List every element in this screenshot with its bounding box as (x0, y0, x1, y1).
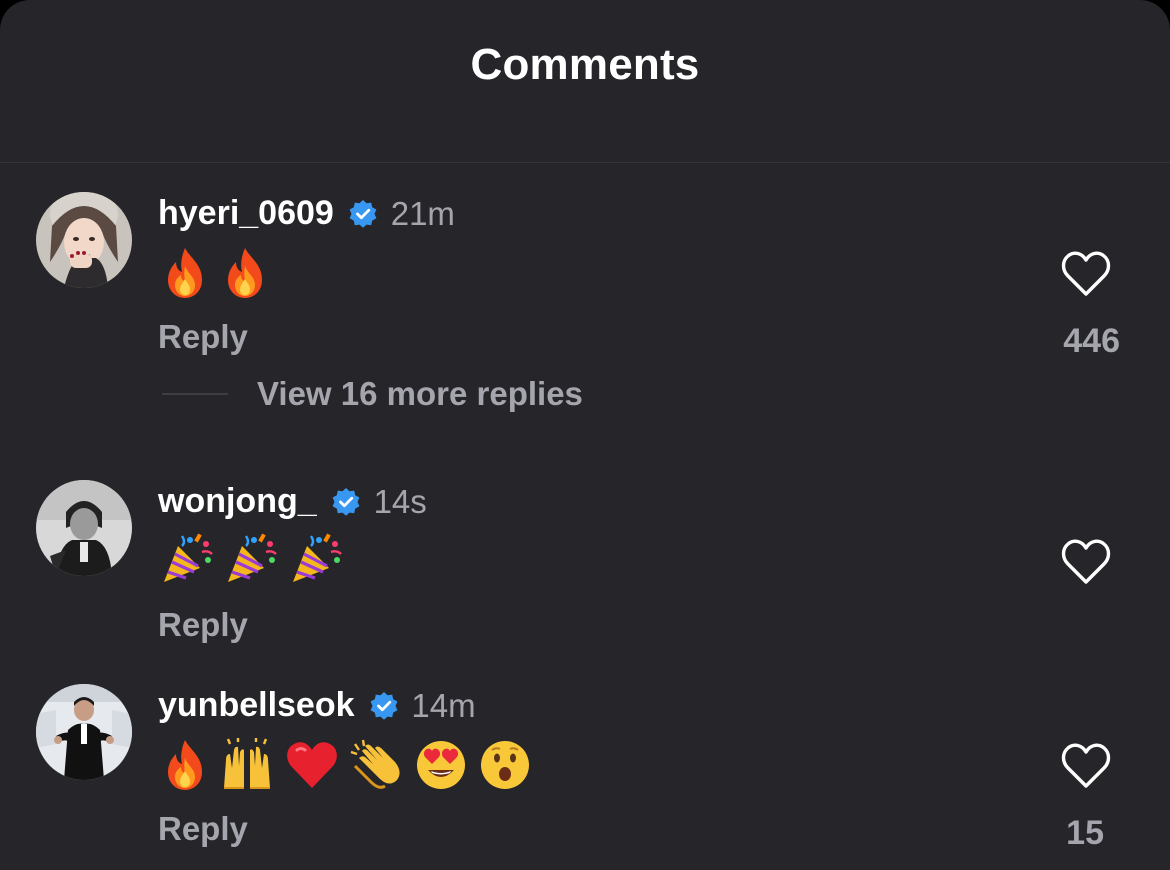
username[interactable]: yunbellseok (158, 686, 355, 725)
comments-sheet: Comments hyeri_0609 21m Reply 446 View 1… (0, 0, 1170, 870)
like-button[interactable] (1060, 742, 1112, 790)
avatar[interactable] (36, 480, 132, 576)
like-count: 15 (1066, 814, 1104, 852)
verified-badge-icon (331, 487, 361, 517)
replies-divider (162, 393, 228, 395)
username[interactable]: hyeri_0609 (158, 194, 334, 233)
heart-eyes-emoji (416, 741, 465, 789)
comment-text (160, 532, 349, 588)
verified-badge-icon (348, 199, 378, 229)
like-button[interactable] (1060, 250, 1112, 298)
heart-outline-icon (1061, 743, 1111, 788)
username[interactable]: wonjong_ (158, 482, 317, 521)
heart-outline-icon (1061, 539, 1111, 584)
red-heart-emoji (287, 742, 337, 788)
fire-emoji (228, 248, 263, 298)
comment-header: yunbellseok 14m (158, 686, 476, 730)
party-popper-emoji (228, 533, 278, 582)
fire-emoji (168, 740, 202, 790)
timestamp: 21m (390, 194, 455, 232)
comment-text (160, 246, 276, 302)
reply-button[interactable]: Reply (158, 810, 248, 848)
timestamp: 14m (411, 686, 476, 724)
raising-hands-emoji (224, 738, 271, 789)
party-popper-emoji (164, 533, 213, 582)
comment-text (160, 738, 538, 794)
comment-header: hyeri_0609 21m (158, 194, 455, 238)
comments-header: Comments (0, 0, 1170, 163)
timestamp: 14s (373, 482, 427, 520)
view-replies-button[interactable]: View 16 more replies (257, 375, 583, 413)
avatar[interactable] (36, 192, 132, 288)
clapping-hands-emoji (350, 739, 400, 789)
surprised-face-emoji (481, 741, 530, 789)
reply-button[interactable]: Reply (158, 318, 248, 356)
reply-button[interactable]: Reply (158, 606, 248, 644)
fire-emoji (168, 248, 202, 298)
avatar[interactable] (36, 684, 132, 780)
like-count: 446 (1063, 322, 1120, 360)
party-popper-emoji (292, 533, 342, 582)
verified-badge-icon (369, 691, 399, 721)
like-button[interactable] (1060, 538, 1112, 586)
comment-header: wonjong_ 14s (158, 482, 427, 526)
page-title: Comments (470, 40, 700, 89)
heart-outline-icon (1061, 251, 1111, 296)
